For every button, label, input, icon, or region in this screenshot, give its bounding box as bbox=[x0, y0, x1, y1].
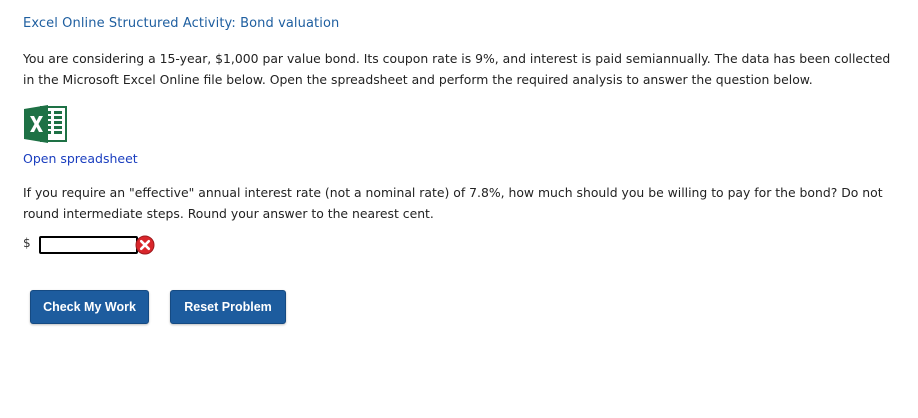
check-my-work-button[interactable]: Check My Work bbox=[30, 290, 149, 324]
problem-intro-text: You are considering a 15-year, $1,000 pa… bbox=[23, 51, 891, 87]
incorrect-x-icon bbox=[135, 235, 155, 255]
activity-title: Excel Online Structured Activity: Bond v… bbox=[23, 16, 340, 31]
currency-symbol: $ bbox=[23, 236, 31, 250]
open-spreadsheet-link[interactable]: Open spreadsheet bbox=[23, 151, 138, 166]
question-text: If you require an "effective" annual int… bbox=[23, 185, 883, 221]
reset-problem-button[interactable]: Reset Problem bbox=[170, 290, 286, 324]
answer-input[interactable] bbox=[39, 236, 138, 254]
excel-icon[interactable] bbox=[23, 104, 69, 144]
